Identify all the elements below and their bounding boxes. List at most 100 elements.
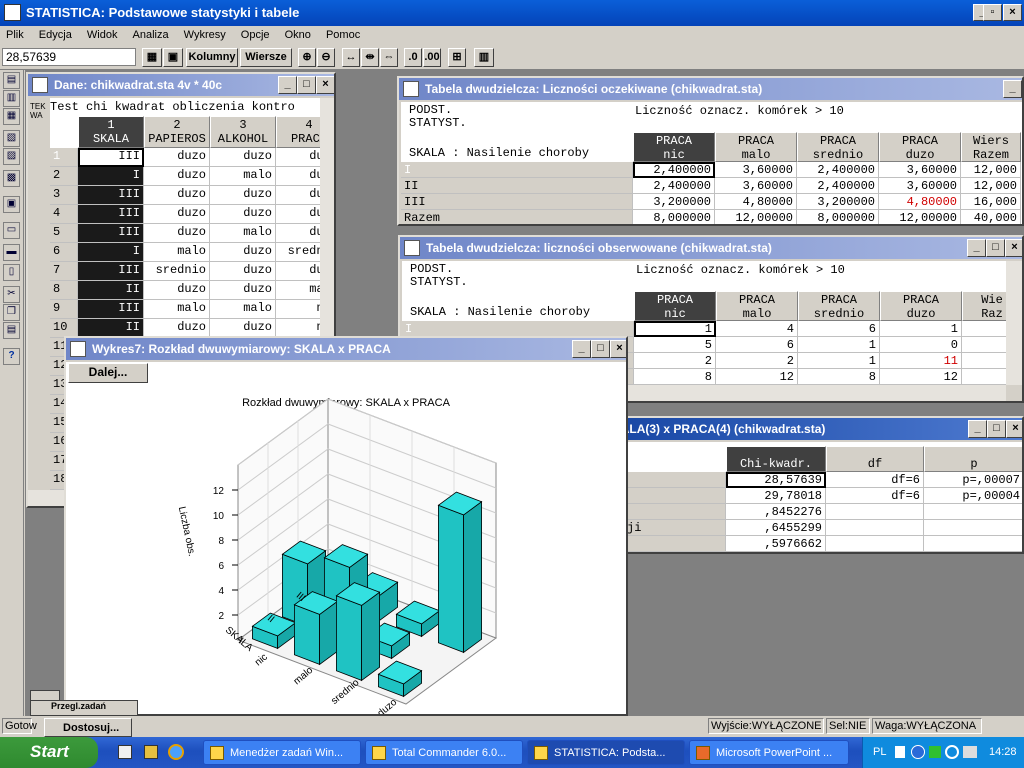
volume-icon[interactable] [963, 746, 977, 758]
column-header[interactable]: Wie Raz [962, 291, 1006, 321]
graph-maximize-button[interactable]: □ [591, 340, 610, 358]
row-header[interactable]: II [401, 178, 633, 194]
zoom-out-icon[interactable]: ⊖ [317, 48, 335, 67]
stats-icon[interactable]: ▤ [3, 72, 20, 89]
row-header[interactable]: 5 [50, 224, 78, 243]
table-cell[interactable]: 2 [716, 353, 798, 369]
table-cell[interactable] [826, 536, 924, 552]
table-cell[interactable] [826, 520, 924, 536]
task-powerpoint[interactable]: Microsoft PowerPoint ... [689, 740, 849, 765]
column-header[interactable]: PRACA malo [715, 132, 797, 162]
data-cell[interactable]: srednio [144, 262, 210, 281]
table-cell[interactable]: 3,200000 [797, 194, 879, 210]
column-header[interactable]: Wiers Razem [961, 132, 1021, 162]
row-header[interactable]: 7 [50, 262, 78, 281]
table-cell[interactable]: 2 [634, 353, 716, 369]
data-close-button[interactable]: × [316, 76, 334, 94]
row-header[interactable]: 9 [50, 300, 78, 319]
table-cell[interactable]: 6 [798, 321, 880, 337]
menu-pomoc[interactable]: Pomoc [320, 26, 366, 41]
search-icon[interactable] [945, 745, 959, 759]
row-header[interactable]: Razem [401, 210, 633, 224]
data-maximize-button[interactable]: □ [297, 76, 316, 94]
decimal-add-icon[interactable]: .0 [404, 48, 422, 67]
table-cell[interactable]: 3,60000 [879, 162, 961, 178]
print-icon[interactable]: ▯ [3, 264, 20, 281]
table-cell[interactable] [826, 504, 924, 520]
table-cell[interactable]: 8 [798, 369, 880, 385]
column-header[interactable]: PRACA nic [634, 291, 716, 321]
data-cell[interactable]: malo [210, 224, 276, 243]
data-cell[interactable]: III [78, 205, 144, 224]
row-header[interactable]: 2 [50, 167, 78, 186]
table-cell[interactable]: 3,200000 [633, 194, 715, 210]
table-cell[interactable]: 5 [634, 337, 716, 353]
table-cell[interactable]: 28,57639 [726, 472, 826, 488]
tables-icon[interactable]: ▦ [3, 108, 20, 125]
column-header[interactable]: 2 PAPIEROS [144, 116, 210, 148]
help-icon[interactable]: ? [3, 348, 20, 365]
row-header[interactable]: 6 [50, 243, 78, 262]
data-cell[interactable]: duzo [210, 262, 276, 281]
table-cell[interactable]: 2,400000 [797, 162, 879, 178]
data-cell[interactable]: duzo [276, 186, 322, 205]
start-button[interactable]: Start [0, 737, 98, 768]
layout-icon[interactable]: ▣ [3, 196, 20, 213]
column-header[interactable]: 1 SKALA [78, 116, 144, 148]
data-cell[interactable]: malo [144, 243, 210, 262]
tray-icon-1[interactable] [895, 746, 905, 758]
table-cell[interactable]: 8 [634, 369, 716, 385]
row-header[interactable]: 3 [50, 186, 78, 205]
data-cell[interactable]: duzo [276, 167, 322, 186]
task-totalcmd[interactable]: Total Commander 6.0... [365, 740, 523, 765]
observed-maximize-button[interactable]: □ [986, 239, 1005, 257]
table-cell[interactable]: 29,78018 [726, 488, 826, 504]
column-header[interactable]: PRACA malo [716, 291, 798, 321]
observed-vscroll[interactable] [1006, 261, 1022, 385]
ie-icon[interactable] [168, 744, 184, 760]
table-cell[interactable]: 40,000 [961, 210, 1021, 224]
table-cell[interactable]: df=6 [826, 488, 924, 504]
table-cell[interactable]: p=,00004 [924, 488, 1022, 504]
data-minimize-button[interactable]: _ [278, 76, 297, 94]
table-cell[interactable] [924, 504, 1022, 520]
data-cell[interactable]: III [78, 300, 144, 319]
data-cell[interactable]: malo [144, 300, 210, 319]
data-cell[interactable]: duzo [144, 186, 210, 205]
table-cell[interactable] [962, 353, 1006, 369]
graph-icon[interactable]: ▩ [3, 170, 20, 187]
table-cell[interactable]: 12 [716, 369, 798, 385]
data-cell[interactable]: III [78, 186, 144, 205]
row-header[interactable]: 4 [50, 205, 78, 224]
column-header[interactable]: 4PRACA [276, 116, 322, 148]
table-cell[interactable] [962, 321, 1006, 337]
table-cell[interactable]: 3,60000 [715, 178, 797, 194]
decimal-remove-icon[interactable]: .00 [423, 48, 441, 67]
data-cell[interactable]: III [78, 224, 144, 243]
data-cell[interactable]: duzo [210, 186, 276, 205]
lang-indicator[interactable]: PL [873, 746, 886, 758]
table-cell[interactable]: 8,000000 [797, 210, 879, 224]
table-cell[interactable]: 4 [716, 321, 798, 337]
table-cell[interactable]: ,8452276 [726, 504, 826, 520]
tray-icon-2[interactable] [911, 745, 925, 759]
observed-minimize-button[interactable]: _ [967, 239, 986, 257]
wiersze-button[interactable]: Wiersze [240, 48, 292, 67]
data-cell[interactable]: duzo [210, 205, 276, 224]
data-cell[interactable]: duzo [144, 148, 210, 167]
table-cell[interactable]: 4,80000 [879, 194, 961, 210]
chart-hist-icon[interactable]: ▧ [3, 130, 20, 147]
task-statistica[interactable]: STATISTICA: Podsta... [527, 740, 685, 765]
table-cell[interactable]: 3,60000 [715, 162, 797, 178]
paste-icon[interactable]: ▤ [3, 322, 20, 339]
open-icon[interactable]: ▭ [3, 222, 20, 239]
table-cell[interactable]: 12 [880, 369, 962, 385]
table-cell[interactable]: 1 [880, 321, 962, 337]
data-cell[interactable]: II [78, 281, 144, 300]
data-cell[interactable]: duzo [210, 243, 276, 262]
restore-button[interactable]: ▫ [983, 4, 1002, 21]
zoom-in-icon[interactable]: ⊕ [298, 48, 316, 67]
row-header[interactable]: III [401, 194, 633, 210]
menu-opcje[interactable]: Opcje [235, 26, 276, 41]
table-cell[interactable] [924, 520, 1022, 536]
